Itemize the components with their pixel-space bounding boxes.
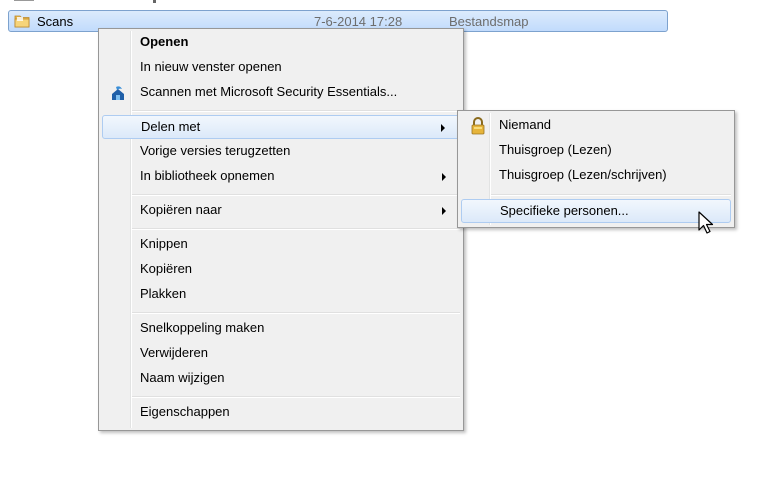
menu-item-rename-label: Naam wijzigen <box>140 370 225 385</box>
menu-item-paste-label: Plakken <box>140 286 187 301</box>
menu-item-include-library[interactable]: In bibliotheek opnemen <box>102 165 460 189</box>
lock-icon <box>471 117 485 135</box>
menu-item-open[interactable]: Openen <box>102 31 460 55</box>
submenu-item-homegroup-read-label: Thuisgroep (Lezen) <box>499 142 612 157</box>
submenu-arrow-icon <box>442 207 446 215</box>
file-type: Bestandsmap <box>449 14 529 29</box>
menu-item-create-shortcut[interactable]: Snelkoppeling maken <box>102 317 460 341</box>
menu-item-copy-label: Kopiëren <box>140 261 193 276</box>
menu-item-cut-label: Knippen <box>140 236 188 251</box>
submenu-item-nobody[interactable]: Niemand <box>461 114 731 138</box>
menu-separator <box>132 110 460 112</box>
submenu-item-nobody-label: Niemand <box>499 117 552 132</box>
menu-item-scan-mse-label: Scannen met Microsoft Security Essential… <box>140 84 398 99</box>
menu-item-rename[interactable]: Naam wijzigen <box>102 367 460 391</box>
menu-item-copy-to[interactable]: Kopiëren naar <box>102 199 460 223</box>
context-menu: Openen In nieuw venster openen Scannen m… <box>98 28 464 431</box>
submenu-item-homegroup-readwrite[interactable]: Thuisgroep (Lezen/schrijven) <box>461 164 731 188</box>
menu-item-create-shortcut-label: Snelkoppeling maken <box>140 320 265 335</box>
menu-item-open-new-window-label: In nieuw venster openen <box>140 59 282 74</box>
menu-item-open-label: Openen <box>140 34 189 49</box>
file-date: 7-6-2014 17:28 <box>314 14 403 29</box>
menu-item-copy-to-label: Kopiëren naar <box>140 202 222 217</box>
menu-item-paste[interactable]: Plakken <box>102 283 460 307</box>
mouse-cursor-icon <box>698 211 714 234</box>
menu-separator <box>132 228 460 230</box>
menu-separator <box>132 312 460 314</box>
submenu-item-specific-people-label: Specifieke personen... <box>500 203 629 218</box>
menu-separator <box>132 194 460 196</box>
menu-item-restore-previous-label: Vorige versies terugzetten <box>140 143 291 158</box>
submenu-item-homegroup-read[interactable]: Thuisgroep (Lezen) <box>461 139 731 163</box>
submenu-arrow-icon <box>442 173 446 181</box>
menu-item-scan-mse[interactable]: Scannen met Microsoft Security Essential… <box>102 81 460 105</box>
submenu-item-specific-people[interactable]: Specifieke personen... <box>461 199 731 223</box>
clipped-row-edge <box>14 0 34 4</box>
menu-item-delete-label: Verwijderen <box>140 345 208 360</box>
menu-item-include-library-label: In bibliotheek opnemen <box>140 168 275 183</box>
submenu-arrow-icon <box>441 124 445 132</box>
microsoft-security-essentials-icon <box>112 86 124 100</box>
submenu-separator <box>491 194 731 196</box>
share-with-submenu: Niemand Thuisgroep (Lezen) Thuisgroep (L… <box>457 110 735 228</box>
menu-item-share-with[interactable]: Delen met <box>102 115 460 139</box>
menu-item-properties-label: Eigenschappen <box>140 404 230 419</box>
menu-item-restore-previous[interactable]: Vorige versies terugzetten <box>102 140 460 164</box>
menu-item-share-with-label: Delen met <box>141 119 201 134</box>
menu-item-properties[interactable]: Eigenschappen <box>102 401 460 425</box>
menu-item-delete[interactable]: Verwijderen <box>102 342 460 366</box>
menu-item-cut[interactable]: Knippen <box>102 233 460 257</box>
menu-item-open-new-window[interactable]: In nieuw venster openen <box>102 56 460 80</box>
submenu-item-homegroup-readwrite-label: Thuisgroep (Lezen/schrijven) <box>499 167 667 182</box>
file-name: Scans <box>37 14 74 29</box>
clipped-row-mark <box>153 0 156 3</box>
menu-separator <box>132 396 460 398</box>
folder-icon <box>14 15 30 28</box>
menu-item-copy[interactable]: Kopiëren <box>102 258 460 282</box>
